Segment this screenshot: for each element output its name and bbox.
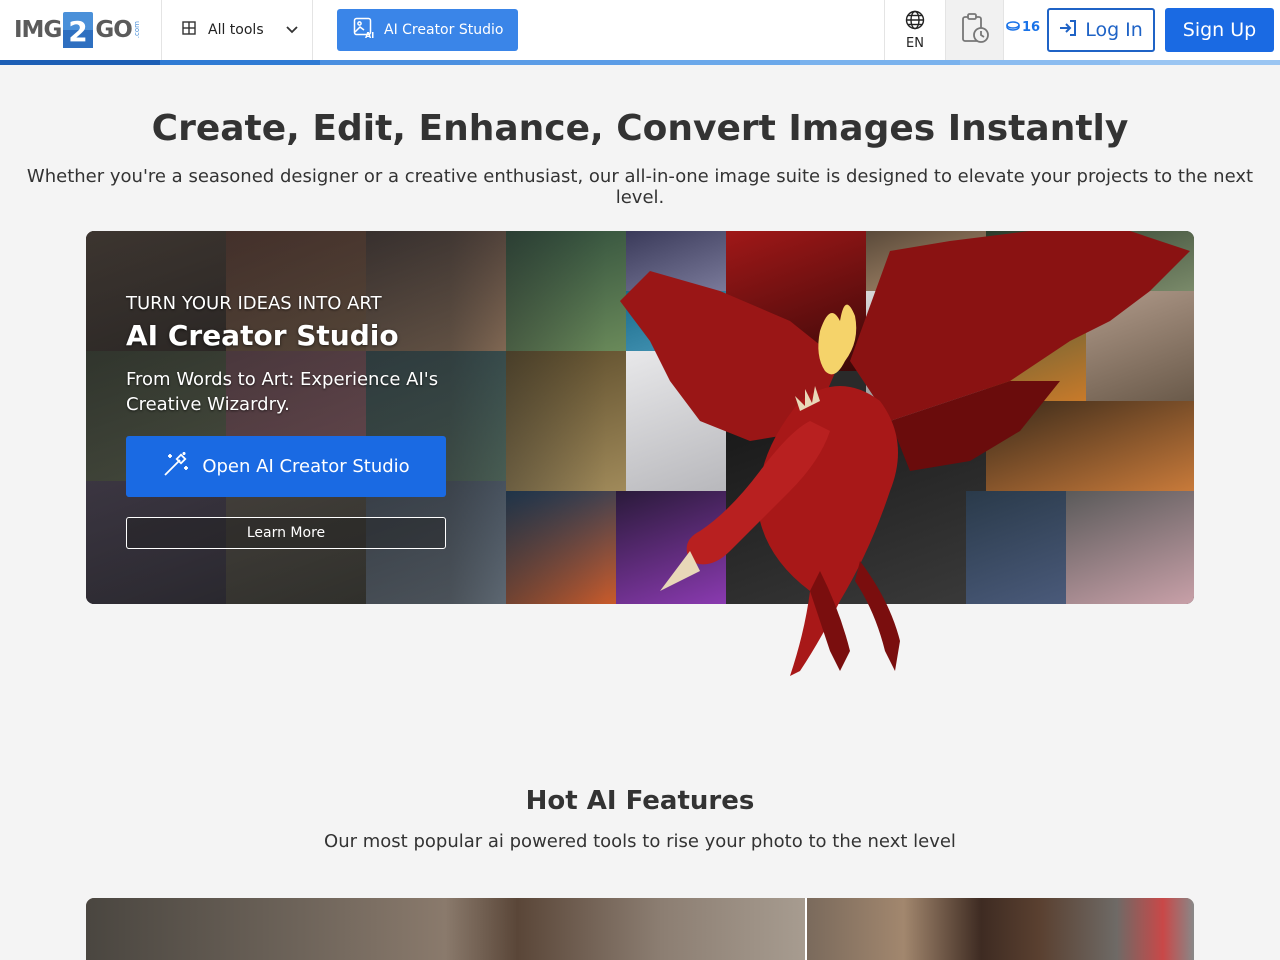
banner-kicker: TURN YOUR IDEAS INTO ART: [126, 293, 382, 314]
learn-more-button[interactable]: Learn More: [126, 517, 446, 549]
signup-button[interactable]: Sign Up: [1165, 8, 1274, 52]
ai-creator-studio-button[interactable]: AI AI Creator Studio: [337, 9, 518, 51]
ai-image-icon: AI: [353, 17, 375, 43]
logo-suffix: .com: [132, 21, 141, 39]
features-title: Hot AI Features: [525, 786, 755, 816]
signup-label: Sign Up: [1182, 19, 1257, 41]
features-subtitle: Our most popular ai powered tools to ris…: [324, 831, 956, 852]
page-title: Create, Edit, Enhance, Convert Images In…: [151, 108, 1129, 149]
magic-wand-icon: [162, 450, 190, 483]
all-tools-dropdown[interactable]: All tools: [161, 0, 313, 60]
learn-more-label: Learn More: [246, 525, 326, 541]
all-tools-label: All tools: [208, 22, 264, 38]
header-accent-stripe: [0, 60, 1280, 65]
grid-icon: [182, 21, 196, 39]
logo-text-img: IMG: [14, 17, 62, 43]
open-ai-creator-studio-button[interactable]: Open AI Creator Studio: [126, 436, 446, 497]
before-after-feature-card[interactable]: [86, 898, 1194, 960]
top-navbar: IMG 2 GO .com All tools AI AI Creator St…: [0, 0, 1280, 60]
login-label: Log In: [1085, 19, 1143, 41]
globe-icon: [905, 10, 925, 34]
page-subtitle: Whether you're a seasoned designer or a …: [26, 166, 1254, 208]
language-code: EN: [906, 35, 924, 51]
feature-before-image: [86, 898, 805, 960]
clipboard-history-icon: [960, 12, 990, 48]
dragon-illustration: [620, 231, 1190, 676]
login-button[interactable]: Log In: [1047, 8, 1155, 52]
svg-text:2: 2: [69, 15, 88, 48]
feature-after-image: [807, 898, 1194, 960]
credits-counter[interactable]: 16: [1006, 20, 1040, 35]
logo-text-go: GO: [95, 17, 132, 43]
credits-icon: [1006, 20, 1020, 35]
credits-count: 16: [1022, 20, 1041, 35]
logo-badge: 2: [63, 12, 94, 48]
banner-title: AI Creator Studio: [126, 319, 399, 352]
login-arrow-icon: [1059, 19, 1077, 42]
svg-text:AI: AI: [365, 31, 374, 39]
language-selector[interactable]: EN: [884, 0, 946, 60]
img2go-logo[interactable]: IMG 2 GO .com: [14, 12, 141, 48]
history-button[interactable]: [946, 0, 1004, 60]
chevron-down-icon: [285, 22, 298, 38]
open-ai-creator-studio-label: Open AI Creator Studio: [202, 456, 410, 477]
ai-creator-studio-label: AI Creator Studio: [384, 22, 504, 38]
banner-description: From Words to Art: Experience AI's Creat…: [126, 369, 439, 415]
